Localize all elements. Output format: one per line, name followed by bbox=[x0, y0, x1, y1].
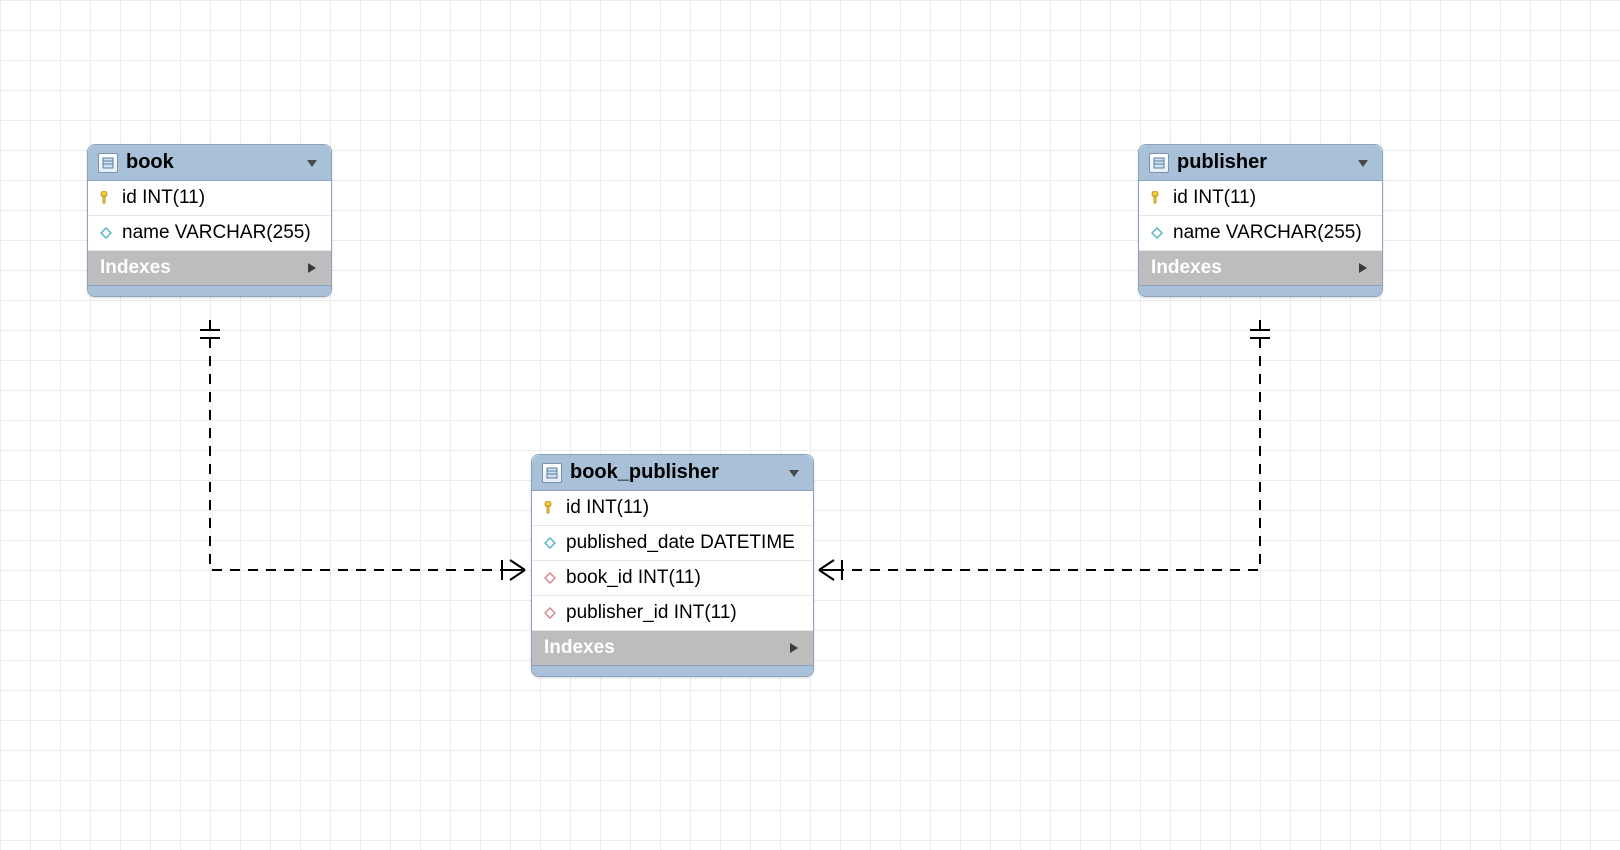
table-title: publisher bbox=[1177, 151, 1348, 174]
column-label: id INT(11) bbox=[566, 497, 649, 519]
collapse-icon[interactable] bbox=[1356, 156, 1370, 170]
indexes-label: Indexes bbox=[1151, 257, 1222, 279]
primary-key-icon bbox=[1149, 190, 1165, 206]
table-footer-strip bbox=[1139, 285, 1382, 296]
collapse-icon[interactable] bbox=[305, 156, 319, 170]
indexes-label: Indexes bbox=[544, 637, 615, 659]
primary-key-icon bbox=[542, 500, 558, 516]
column-row[interactable]: book_id INT(11) bbox=[532, 561, 813, 596]
column-row[interactable]: name VARCHAR(255) bbox=[1139, 216, 1382, 251]
primary-key-icon bbox=[98, 190, 114, 206]
column-label: publisher_id INT(11) bbox=[566, 602, 737, 624]
table-publisher[interactable]: publisher id INT(11) name VARCHAR(255) I… bbox=[1138, 144, 1383, 297]
foreign-key-icon bbox=[542, 570, 558, 586]
column-label: name VARCHAR(255) bbox=[1173, 222, 1362, 244]
column-label: book_id INT(11) bbox=[566, 567, 701, 589]
collapse-icon[interactable] bbox=[787, 466, 801, 480]
table-icon bbox=[98, 153, 118, 173]
column-label: id INT(11) bbox=[1173, 187, 1256, 209]
column-row[interactable]: id INT(11) bbox=[1139, 181, 1382, 216]
table-title: book bbox=[126, 151, 297, 174]
attribute-icon bbox=[542, 535, 558, 551]
attribute-icon bbox=[98, 225, 114, 241]
table-header[interactable]: publisher bbox=[1139, 145, 1382, 181]
column-row[interactable]: publisher_id INT(11) bbox=[532, 596, 813, 631]
column-row[interactable]: id INT(11) bbox=[88, 181, 331, 216]
table-icon bbox=[1149, 153, 1169, 173]
indexes-section[interactable]: Indexes bbox=[532, 631, 813, 665]
column-label: id INT(11) bbox=[122, 187, 205, 209]
indexes-label: Indexes bbox=[100, 257, 171, 279]
table-icon bbox=[542, 463, 562, 483]
table-book-publisher[interactable]: book_publisher id INT(11) published_date… bbox=[531, 454, 814, 677]
expand-icon[interactable] bbox=[305, 261, 319, 275]
indexes-section[interactable]: Indexes bbox=[88, 251, 331, 285]
indexes-section[interactable]: Indexes bbox=[1139, 251, 1382, 285]
table-footer-strip bbox=[88, 285, 331, 296]
table-header[interactable]: book bbox=[88, 145, 331, 181]
table-title: book_publisher bbox=[570, 461, 779, 484]
column-row[interactable]: id INT(11) bbox=[532, 491, 813, 526]
table-footer-strip bbox=[532, 665, 813, 676]
column-label: name VARCHAR(255) bbox=[122, 222, 311, 244]
column-row[interactable]: name VARCHAR(255) bbox=[88, 216, 331, 251]
expand-icon[interactable] bbox=[787, 641, 801, 655]
column-label: published_date DATETIME bbox=[566, 532, 795, 554]
diagram-canvas[interactable]: book id INT(11) name VARCHAR(255) Indexe… bbox=[0, 0, 1620, 850]
attribute-icon bbox=[1149, 225, 1165, 241]
table-book[interactable]: book id INT(11) name VARCHAR(255) Indexe… bbox=[87, 144, 332, 297]
column-row[interactable]: published_date DATETIME bbox=[532, 526, 813, 561]
expand-icon[interactable] bbox=[1356, 261, 1370, 275]
foreign-key-icon bbox=[542, 605, 558, 621]
table-header[interactable]: book_publisher bbox=[532, 455, 813, 491]
